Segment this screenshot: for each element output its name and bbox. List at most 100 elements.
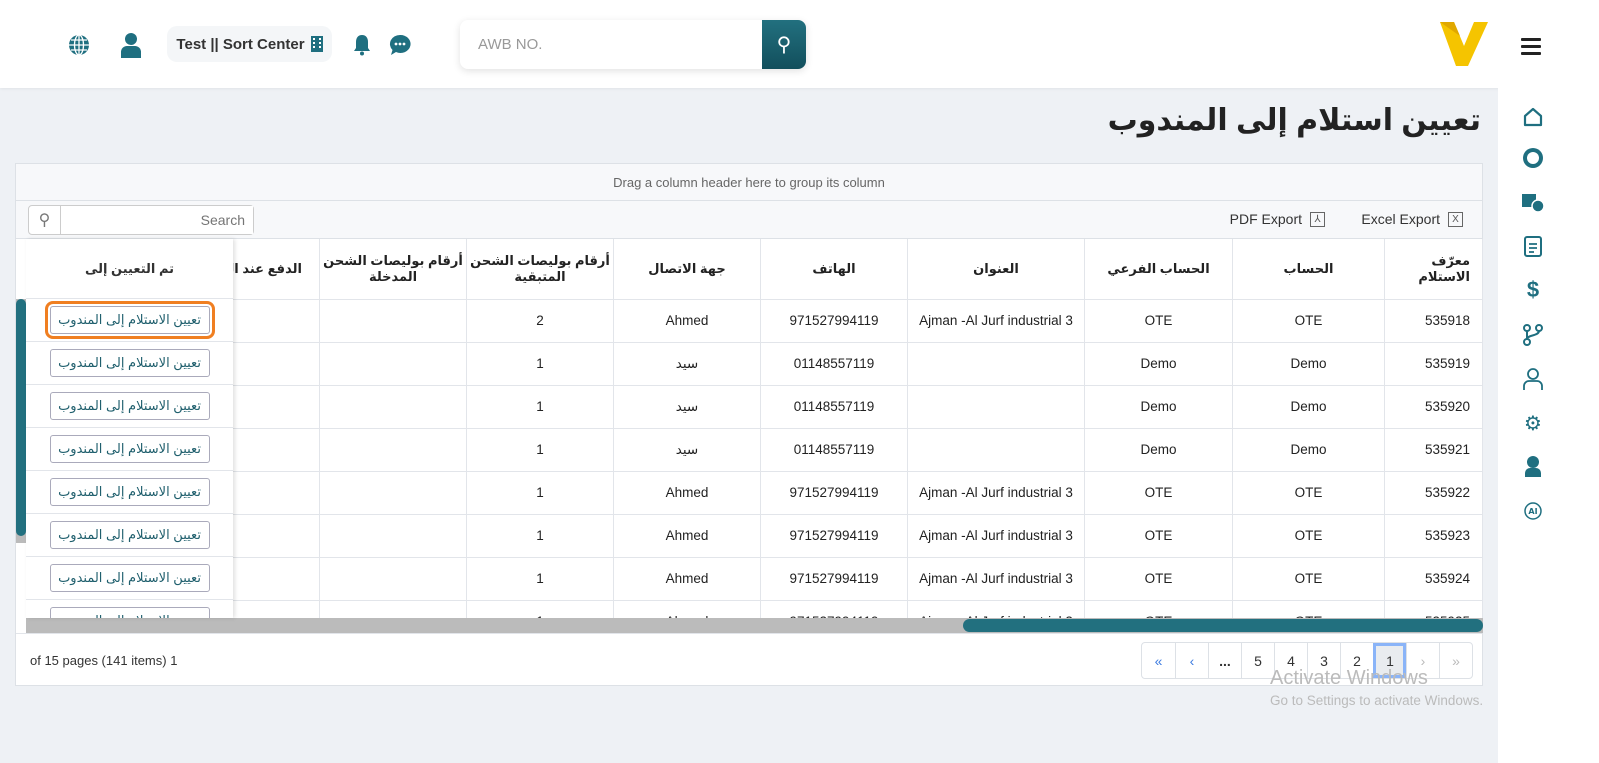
- table-cell: Demo: [1084, 385, 1233, 429]
- column-header[interactable]: الهاتف: [760, 239, 908, 300]
- table-cell: [907, 342, 1085, 386]
- assign-pickup-button[interactable]: تعيين الاستلام إلى المندوب: [49, 478, 210, 506]
- user-icon[interactable]: [119, 31, 143, 59]
- awb-search-button[interactable]: ⚲: [762, 20, 806, 69]
- table-row[interactable]: 535925OTEOTEAjman -Al Jurf industrial 39…: [32, 600, 1483, 618]
- horizontal-scrollbar[interactable]: [26, 618, 1483, 633]
- vertical-scrollbar[interactable]: [16, 299, 26, 543]
- assign-pickup-button[interactable]: تعيين الاستلام إلى المندوب: [49, 521, 210, 549]
- assigned-to-cell: تعيين الاستلام إلى المندوب: [26, 428, 233, 471]
- table-cell: OTE: [1232, 600, 1385, 618]
- table-cell: Demo: [1232, 385, 1385, 429]
- search-icon: ⚲: [29, 206, 61, 234]
- table-row[interactable]: 535922 OTE OTE Ajman -Al Jurf industrial 39…: [32, 471, 1483, 515]
- last-page-button[interactable]: »: [1439, 643, 1472, 678]
- ai-assistant-icon[interactable]: AI: [1520, 498, 1546, 524]
- gear-icon[interactable]: ⚙: [1520, 410, 1546, 436]
- column-header[interactable]: الحساب: [1232, 239, 1385, 300]
- table-cell: OTE: [1084, 471, 1233, 515]
- table-row[interactable]: 535918 OTE OTE Ajman -Al Jurf industrial 39…: [32, 299, 1483, 343]
- chat-icon[interactable]: [388, 33, 412, 57]
- column-header[interactable]: العنوان: [907, 239, 1085, 300]
- table-cell: 971527994119: [760, 299, 908, 343]
- table-cell: [319, 428, 467, 472]
- column-header[interactable]: أرقام بوليصات الشحن المدخلة: [319, 239, 467, 300]
- person-icon[interactable]: [1520, 366, 1546, 392]
- group-panel[interactable]: Drag a column header here to group its c…: [16, 164, 1482, 201]
- column-header[interactable]: جهة الاتصال: [613, 239, 761, 300]
- table-cell: سيد: [613, 385, 761, 429]
- table-cell: [319, 600, 467, 618]
- column-header-assigned-to[interactable]: تم التعيين إلى: [26, 239, 233, 299]
- org-selector[interactable]: Test || Sort Center: [167, 26, 332, 62]
- column-header[interactable]: الحساب الفرعي: [1084, 239, 1233, 300]
- assigned-to-cell: تعيين الاستلام إلى المندوب: [26, 600, 233, 618]
- table-cell: [319, 299, 467, 343]
- grid-search: ⚲: [28, 205, 254, 235]
- svg-text:AI: AI: [1528, 507, 1537, 516]
- table-cell: 971527994119: [760, 557, 908, 601]
- first-page-button[interactable]: «: [1142, 643, 1175, 678]
- table-row[interactable]: 535919 Demo Demo 01148557119 سيد 1: [32, 342, 1483, 386]
- table-cell: Ahmed: [613, 600, 761, 618]
- pdf-icon: ⅄: [1310, 211, 1325, 227]
- grid-toolbar: ⚲ PDF Export ⅄ Excel Export X: [16, 201, 1482, 239]
- assign-pickup-button[interactable]: تعيين الاستلام إلى المندوب: [49, 392, 210, 420]
- support-agent-icon[interactable]: [1520, 453, 1546, 479]
- clipboard-icon[interactable]: [1520, 233, 1546, 259]
- table-cell: Ajman -Al Jurf industrial 3: [907, 557, 1085, 601]
- column-header[interactable]: معرّف الاستلام: [1384, 239, 1483, 300]
- table-cell: Demo: [1084, 428, 1233, 472]
- table-cell: 2: [466, 299, 614, 343]
- branch-icon[interactable]: [1520, 322, 1546, 348]
- globe-icon[interactable]: [67, 33, 91, 57]
- table-row[interactable]: 535920 Demo Demo 01148557119 سيد 1: [32, 385, 1483, 429]
- assign-pickup-button[interactable]: تعيين الاستلام إلى المندوب: [49, 435, 210, 463]
- table-cell: Ajman -Al Jurf industrial 3: [907, 299, 1085, 343]
- menu-icon[interactable]: [1521, 38, 1541, 59]
- logo[interactable]: [1438, 18, 1490, 75]
- pickup-grid: Drag a column header here to group its c…: [15, 163, 1483, 686]
- bell-icon[interactable]: [351, 33, 373, 57]
- excel-export-button[interactable]: Excel Export X: [1361, 211, 1463, 227]
- table-cell: Demo: [1084, 342, 1233, 386]
- box-check-icon[interactable]: [1520, 189, 1546, 215]
- awb-input[interactable]: [460, 20, 762, 69]
- table-cell: OTE: [1084, 600, 1233, 618]
- assign-pickup-button[interactable]: تعيين الاستلام إلى المندوب: [44, 301, 215, 339]
- new-badge-icon[interactable]: [1520, 145, 1546, 171]
- table-cell: [319, 385, 467, 429]
- assigned-to-cell: تعيين الاستلام إلى المندوب: [26, 342, 233, 385]
- table-cell: OTE: [1084, 299, 1233, 343]
- table-cell: 1: [466, 385, 614, 429]
- dollar-icon[interactable]: $: [1520, 277, 1546, 303]
- prev-page-button[interactable]: ‹: [1175, 643, 1208, 678]
- page-button[interactable]: ...: [1208, 643, 1241, 678]
- grid-search-input[interactable]: [61, 206, 253, 234]
- table-cell: 1: [466, 514, 614, 558]
- table-cell: 971527994119: [760, 514, 908, 558]
- table-cell: [907, 385, 1085, 429]
- table-cell: 01148557119: [760, 428, 908, 472]
- table-cell: Ahmed: [613, 557, 761, 601]
- table-cell: [319, 557, 467, 601]
- assign-pickup-button[interactable]: تعيين الاستلام إلى المندوب: [49, 607, 210, 618]
- awb-search: ⚲: [460, 20, 806, 69]
- assign-pickup-button[interactable]: تعيين الاستلام إلى المندوب: [49, 349, 210, 377]
- column-header[interactable]: أرقام بوليصات الشحن المتبقية: [466, 239, 614, 300]
- table-row[interactable]: 535921 Demo Demo 01148557119 سيد 1: [32, 428, 1483, 472]
- table-cell: 535923: [1384, 514, 1483, 558]
- pdf-export-button[interactable]: PDF Export ⅄: [1230, 211, 1325, 227]
- table-cell: Ajman -Al Jurf industrial 3: [907, 600, 1085, 618]
- excel-icon: X: [1448, 211, 1463, 227]
- table-cell: Ajman -Al Jurf industrial 3: [907, 471, 1085, 515]
- table-cell: OTE: [1232, 557, 1385, 601]
- assigned-to-cell: تعيين الاستلام إلى المندوب: [26, 299, 233, 342]
- table-row[interactable]: 535923 OTE OTE Ajman -Al Jurf industrial 39…: [32, 514, 1483, 558]
- table-row[interactable]: 535924 OTE OTE Ajman -Al Jurf industrial 39…: [32, 557, 1483, 601]
- pdf-export-label: PDF Export: [1229, 211, 1302, 227]
- table-cell: OTE: [1232, 514, 1385, 558]
- table-cell: Ajman -Al Jurf industrial 3: [907, 514, 1085, 558]
- home-icon[interactable]: [1520, 104, 1546, 130]
- assign-pickup-button[interactable]: تعيين الاستلام إلى المندوب: [49, 564, 210, 592]
